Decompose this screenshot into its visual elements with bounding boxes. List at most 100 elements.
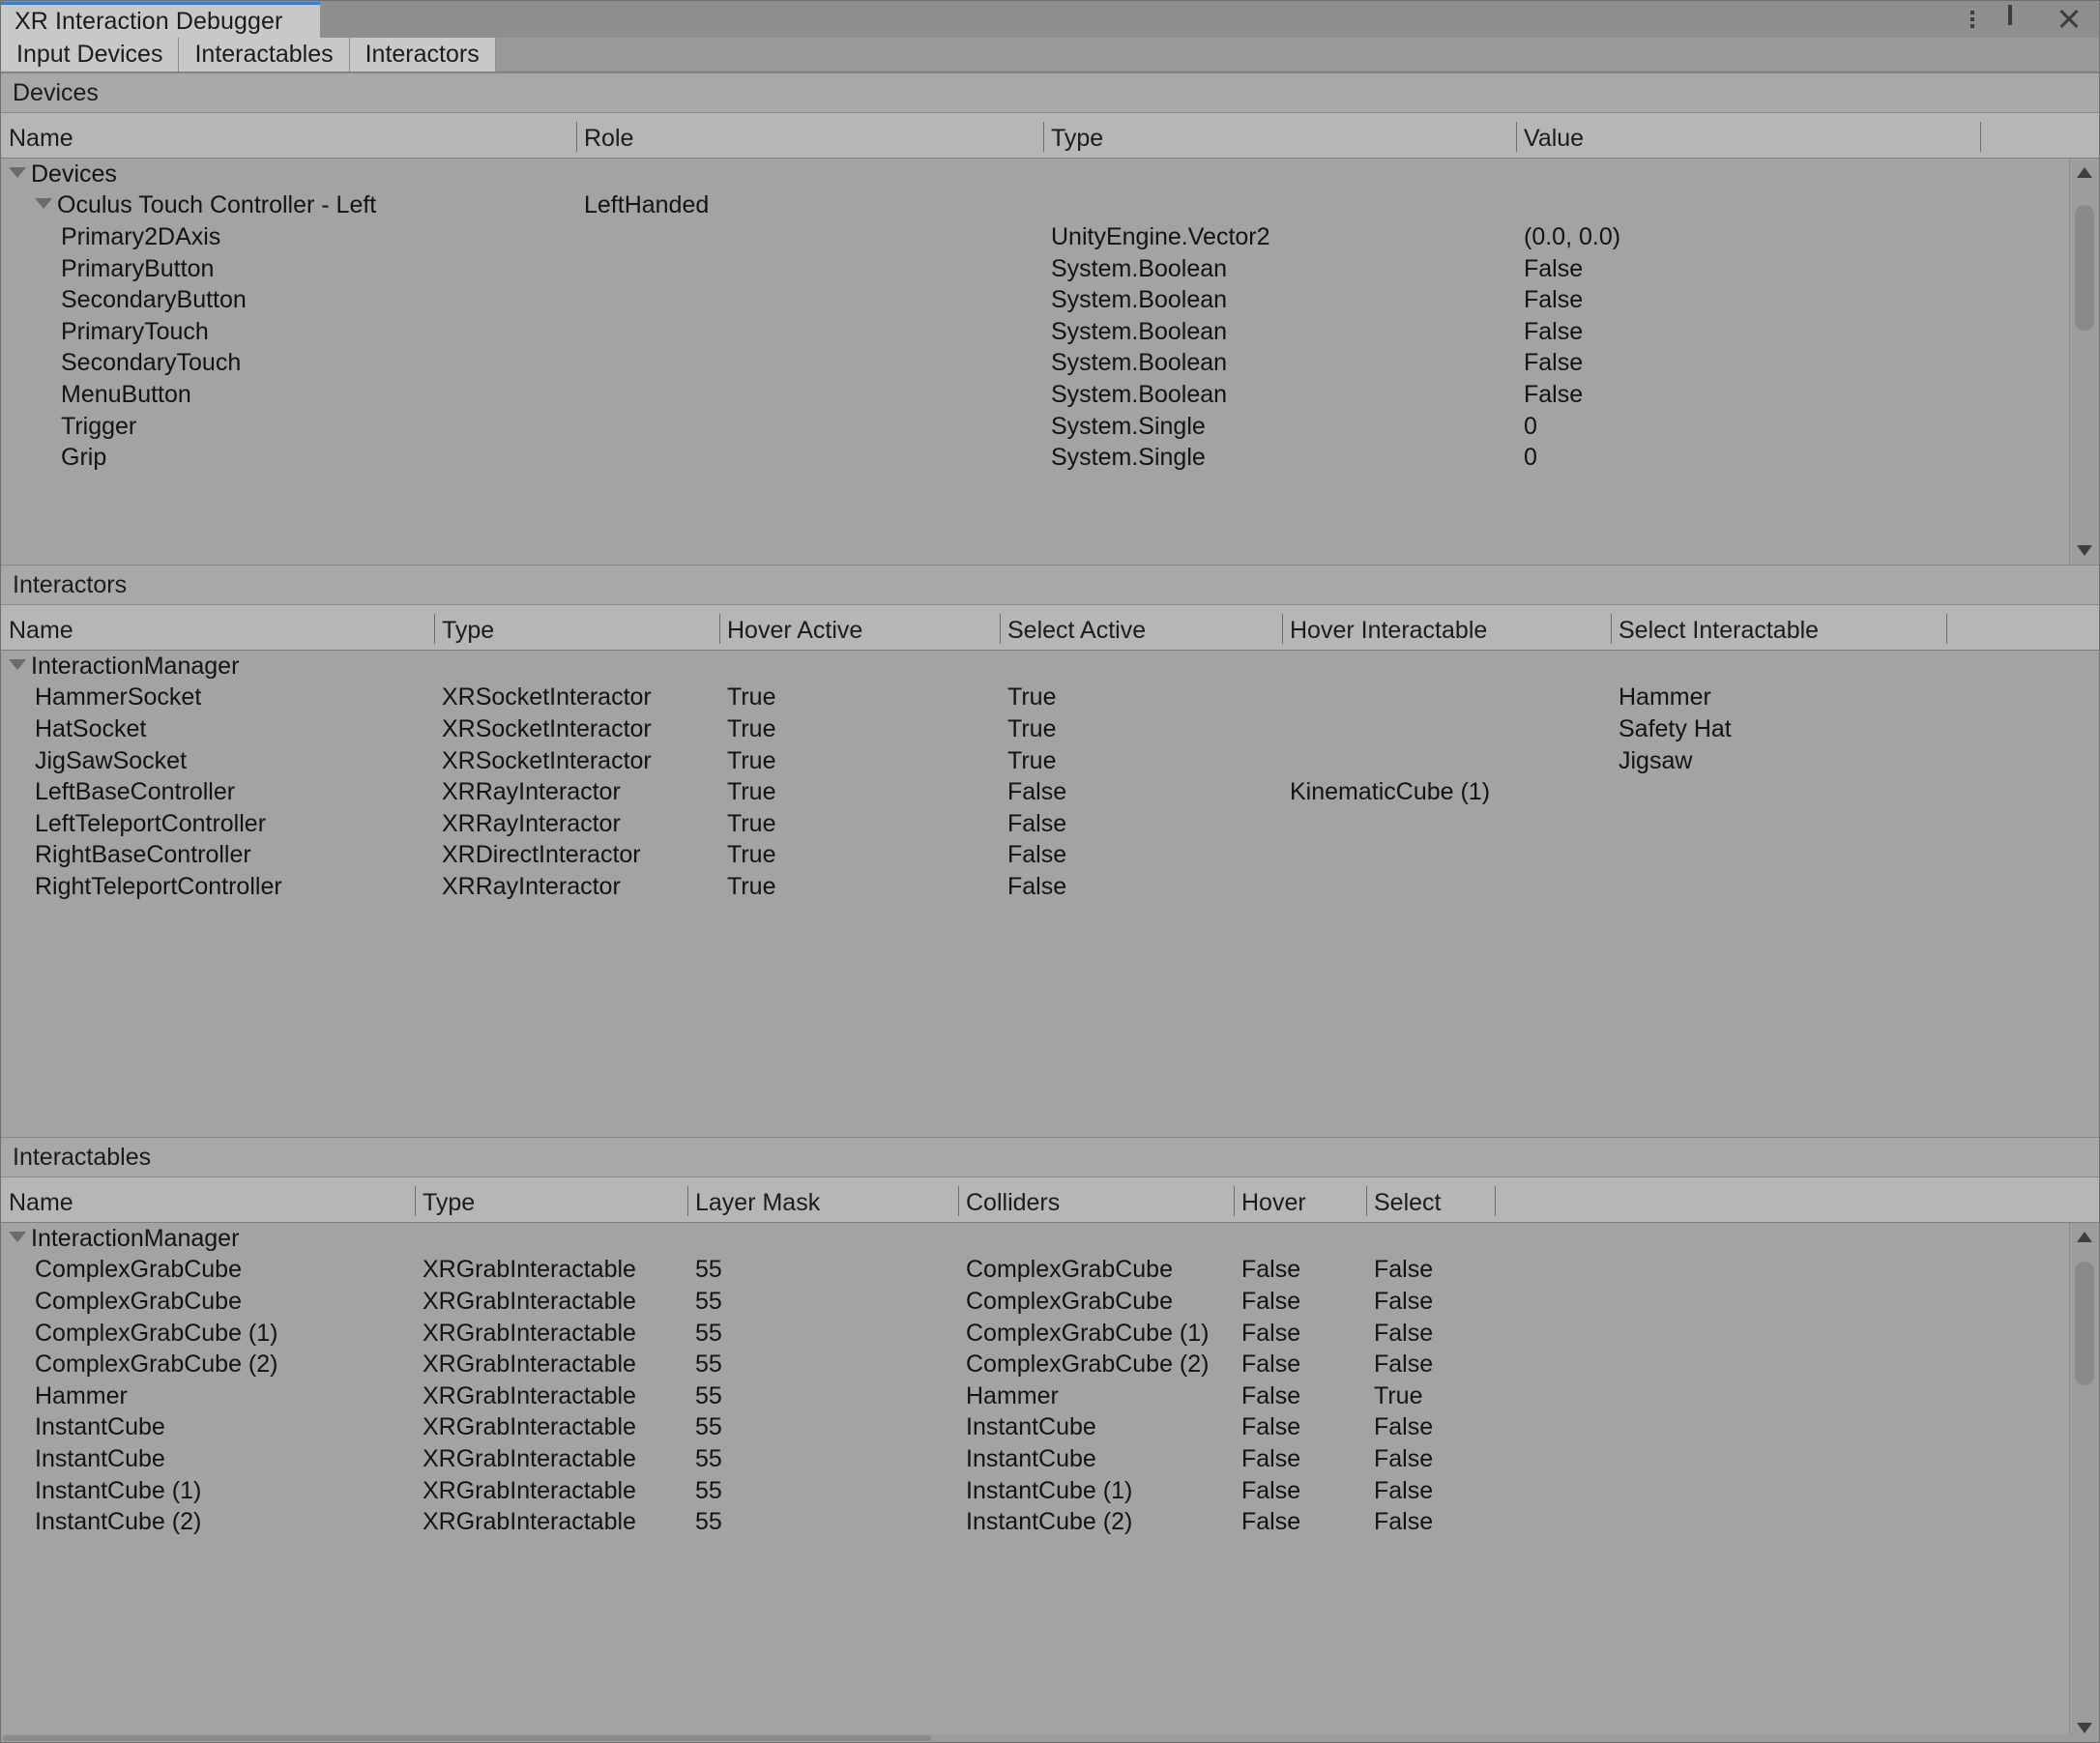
cell-name: MenuButton	[1, 381, 576, 409]
table-row[interactable]: InstantCube (1)XRGrabInteractable55Insta…	[1, 1475, 2099, 1507]
table-row[interactable]: ComplexGrabCubeXRGrabInteractable55Compl…	[1, 1286, 2099, 1318]
table-row[interactable]: RightTeleportControllerXRRayInteractorTr…	[1, 871, 2099, 903]
table-row[interactable]: LeftTeleportControllerXRRayInteractorTru…	[1, 808, 2099, 840]
scroll-up-arrow-icon[interactable]	[2077, 167, 2092, 178]
cell-colliders: ComplexGrabCube	[958, 1288, 1234, 1316]
cell-layer_mask: 55	[687, 1256, 958, 1284]
window-title-tab[interactable]: XR Interaction Debugger	[1, 2, 320, 38]
cell-value: False	[1516, 318, 1980, 346]
table-row[interactable]: RightBaseControllerXRDirectInteractorTru…	[1, 840, 2099, 872]
devices-panel-body: DevicesOculus Touch Controller - LeftLef…	[1, 159, 2099, 565]
devices-col-role[interactable]: Role	[576, 113, 1043, 158]
scroll-down-arrow-icon[interactable]	[2077, 545, 2092, 556]
cell-name: ComplexGrabCube	[1, 1288, 415, 1316]
table-row[interactable]: ComplexGrabCubeXRGrabInteractable55Compl…	[1, 1255, 2099, 1287]
table-row[interactable]: Primary2DAxisUnityEngine.Vector2(0.0, 0.…	[1, 221, 2099, 253]
cell-colliders: ComplexGrabCube (2)	[958, 1351, 1234, 1379]
table-row[interactable]: HammerSocketXRSocketInteractorTrueTrueHa…	[1, 683, 2099, 714]
more-options-icon[interactable]	[1960, 7, 1985, 32]
cell-hover_active: True	[719, 810, 1000, 838]
interactors-col-hover-active[interactable]: Hover Active	[719, 605, 1000, 650]
cell-hover: False	[1234, 1256, 1366, 1284]
table-row[interactable]: Oculus Touch Controller - LeftLeftHanded	[1, 190, 2099, 222]
table-row[interactable]: PrimaryButtonSystem.BooleanFalse	[1, 253, 2099, 285]
interactables-horizontal-scrollbar[interactable]	[1, 1734, 2099, 1742]
interactors-col-select-interactable[interactable]: Select Interactable	[1611, 605, 1944, 650]
cell-type: XRGrabInteractable	[415, 1382, 687, 1410]
cell-name: RightBaseController	[1, 841, 434, 869]
table-row[interactable]: PrimaryTouchSystem.BooleanFalse	[1, 316, 2099, 348]
interactors-col-type[interactable]: Type	[434, 605, 719, 650]
cell-layer_mask: 55	[687, 1351, 958, 1379]
tab-interactables[interactable]: Interactables	[179, 38, 349, 72]
cell-name: Devices	[1, 160, 576, 189]
table-row[interactable]: HatSocketXRSocketInteractorTrueTrueSafet…	[1, 713, 2099, 745]
table-row[interactable]: InteractionManager	[1, 651, 2099, 683]
table-row[interactable]: ComplexGrabCube (2)XRGrabInteractable55C…	[1, 1349, 2099, 1380]
interactables-scroll-thumb[interactable]	[2075, 1262, 2094, 1385]
chevron-down-icon[interactable]	[9, 167, 26, 178]
table-row[interactable]: LeftBaseControllerXRRayInteractorTrueFal…	[1, 776, 2099, 808]
row-name-label: SecondaryButton	[61, 286, 247, 314]
table-row[interactable]: InstantCubeXRGrabInteractable55InstantCu…	[1, 1443, 2099, 1475]
interactables-vertical-scrollbar[interactable]	[2069, 1223, 2099, 1742]
cell-name: LeftBaseController	[1, 778, 434, 806]
tab-interactors[interactable]: Interactors	[350, 38, 496, 72]
interactors-col-name[interactable]: Name	[1, 605, 434, 650]
interactables-col-colliders[interactable]: Colliders	[958, 1177, 1234, 1222]
chevron-down-icon[interactable]	[9, 659, 26, 670]
table-row[interactable]: ComplexGrabCube (1)XRGrabInteractable55C…	[1, 1318, 2099, 1350]
cell-select_active: True	[1000, 747, 1282, 775]
table-row[interactable]: SecondaryTouchSystem.BooleanFalse	[1, 348, 2099, 380]
row-name-label: RightTeleportController	[35, 873, 282, 901]
cell-colliders: Hammer	[958, 1382, 1234, 1410]
table-row[interactable]: HammerXRGrabInteractable55HammerFalseTru…	[1, 1380, 2099, 1412]
close-icon[interactable]	[2056, 7, 2082, 32]
cell-layer_mask: 55	[687, 1413, 958, 1441]
devices-col-name[interactable]: Name	[1, 113, 576, 158]
scroll-up-arrow-icon[interactable]	[2077, 1232, 2092, 1242]
maximize-icon[interactable]	[2008, 7, 2033, 32]
devices-col-type[interactable]: Type	[1043, 113, 1516, 158]
interactors-col-hover-interactable[interactable]: Hover Interactable	[1282, 605, 1611, 650]
tab-input-devices[interactable]: Input Devices	[1, 38, 179, 72]
interactors-col-select-active-label: Select Active	[1007, 617, 1146, 645]
cell-hover_active: True	[719, 683, 1000, 712]
interactables-col-select[interactable]: Select	[1366, 1177, 1495, 1222]
cell-select_active: False	[1000, 873, 1282, 901]
cell-select: False	[1366, 1413, 1495, 1441]
cell-name: InstantCube	[1, 1413, 415, 1441]
row-name-label: Trigger	[61, 413, 136, 441]
cell-select_interactable: Safety Hat	[1611, 715, 1944, 743]
interactables-col-name[interactable]: Name	[1, 1177, 415, 1222]
table-row[interactable]: SecondaryButtonSystem.BooleanFalse	[1, 284, 2099, 316]
interactables-col-layer-mask[interactable]: Layer Mask	[687, 1177, 958, 1222]
interactables-col-hover[interactable]: Hover	[1234, 1177, 1366, 1222]
table-row[interactable]: GripSystem.Single0	[1, 442, 2099, 474]
interactables-hscroll-thumb[interactable]	[3, 1735, 931, 1741]
table-row[interactable]: TriggerSystem.Single0	[1, 411, 2099, 443]
cell-hover: False	[1234, 1413, 1366, 1441]
row-name-label: HammerSocket	[35, 683, 201, 712]
table-row[interactable]: InstantCube (2)XRGrabInteractable55Insta…	[1, 1506, 2099, 1538]
scroll-down-arrow-icon[interactable]	[2077, 1723, 2092, 1733]
interactables-col-type[interactable]: Type	[415, 1177, 687, 1222]
devices-rows: DevicesOculus Touch Controller - LeftLef…	[1, 159, 2099, 474]
interactors-col-type-label: Type	[442, 617, 494, 645]
table-row[interactable]: MenuButtonSystem.BooleanFalse	[1, 379, 2099, 411]
row-name-label: JigSawSocket	[35, 747, 187, 775]
devices-vertical-scrollbar[interactable]	[2069, 159, 2099, 565]
cell-hover: False	[1234, 1288, 1366, 1316]
interactors-section-label: Interactors	[13, 571, 127, 599]
devices-col-value[interactable]: Value	[1516, 113, 1980, 158]
chevron-down-icon[interactable]	[9, 1232, 26, 1242]
tab-interactables-label: Interactables	[194, 43, 333, 67]
table-row[interactable]: Devices	[1, 159, 2099, 190]
table-row[interactable]: InstantCubeXRGrabInteractable55InstantCu…	[1, 1412, 2099, 1444]
chevron-down-icon[interactable]	[35, 198, 52, 209]
interactors-col-select-active[interactable]: Select Active	[1000, 605, 1282, 650]
row-name-label: Oculus Touch Controller - Left	[57, 191, 376, 219]
devices-scroll-thumb[interactable]	[2075, 205, 2094, 331]
table-row[interactable]: InteractionManager	[1, 1223, 2099, 1255]
table-row[interactable]: JigSawSocketXRSocketInteractorTrueTrueJi…	[1, 745, 2099, 777]
